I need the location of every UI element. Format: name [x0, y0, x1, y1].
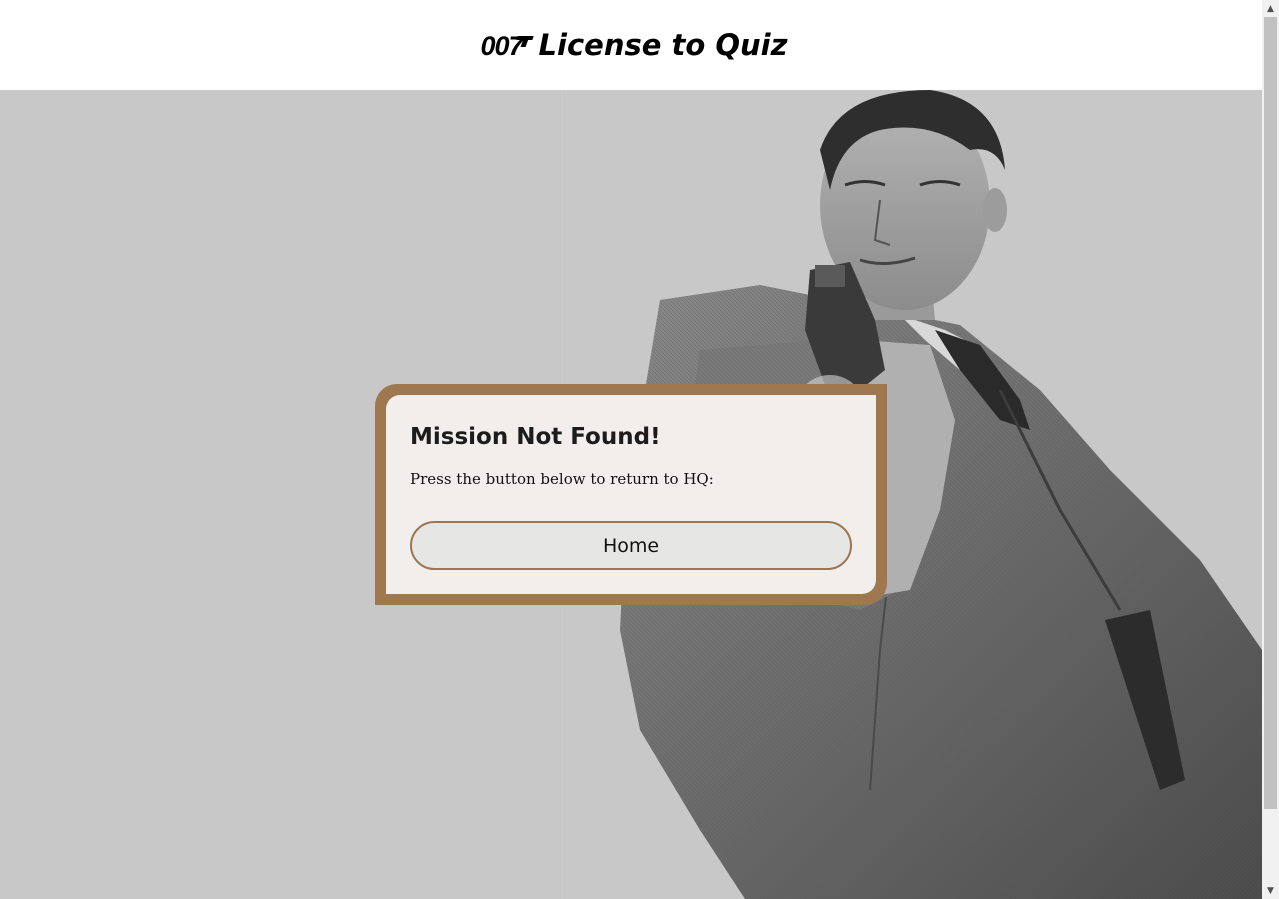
site-header: 007 License to Quiz	[0, 0, 1262, 90]
dialog-title: Mission Not Found!	[410, 424, 661, 450]
scroll-up-arrow-icon[interactable]: ▲	[1262, 0, 1279, 17]
dialog-message: Press the button below to return to HQ:	[410, 470, 714, 488]
007-logo: 007	[480, 31, 534, 62]
scrollbar-thumb[interactable]	[1264, 17, 1277, 809]
error-dialog: Mission Not Found! Press the button belo…	[386, 395, 876, 594]
brand-link[interactable]: 007 License to Quiz	[480, 28, 787, 62]
logo-text: 007	[480, 31, 523, 61]
page: 007 License to Quiz Mission Not Found! P…	[0, 0, 1279, 899]
vertical-scrollbar[interactable]: ▲ ▼	[1262, 0, 1279, 899]
site-title: License to Quiz	[538, 28, 788, 62]
scroll-down-arrow-icon[interactable]: ▼	[1262, 882, 1279, 899]
home-button[interactable]: Home	[410, 521, 852, 570]
